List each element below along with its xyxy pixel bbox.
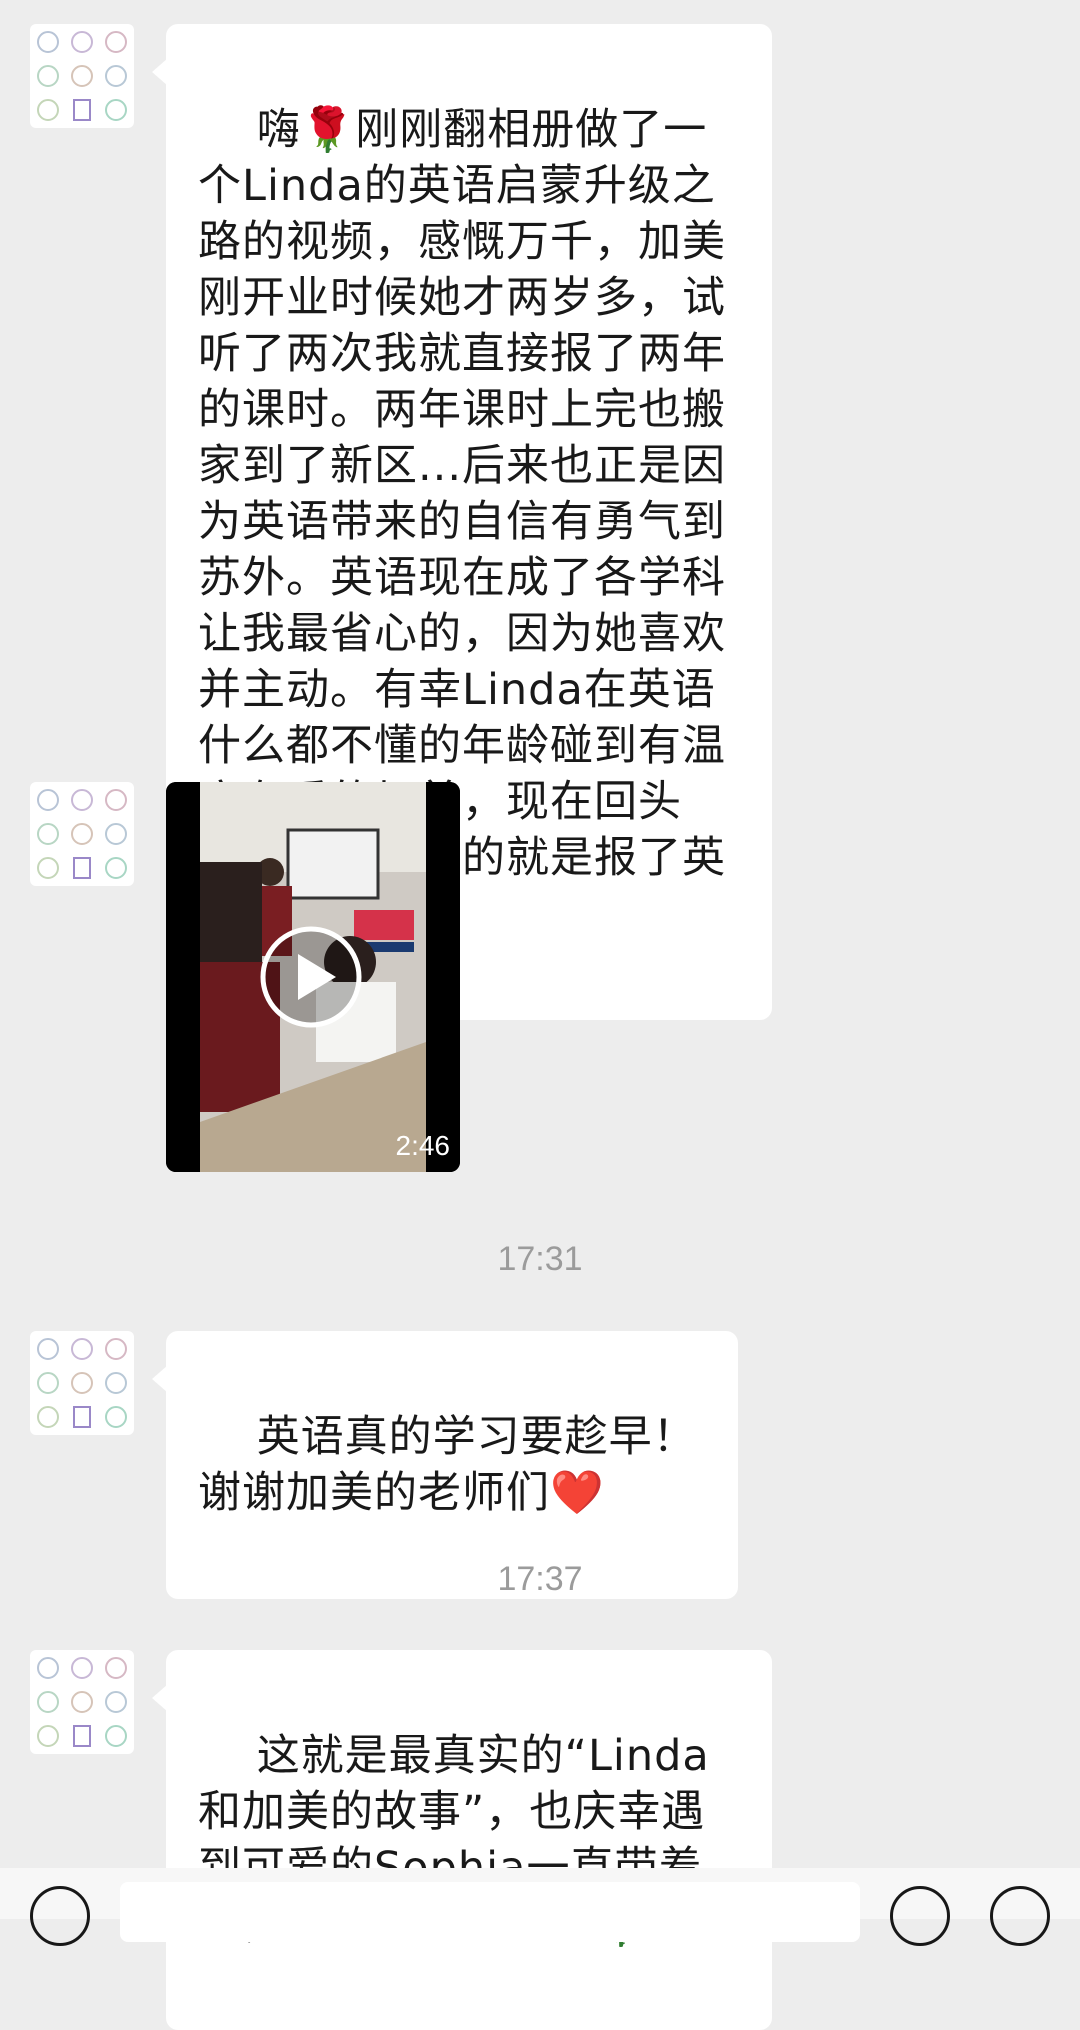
sticker-grid-avatar-icon (37, 31, 127, 121)
chat-input-bar (0, 1868, 1080, 1946)
avatar[interactable] (30, 1650, 134, 1754)
video-duration: 2:46 (395, 1130, 451, 1161)
message-bubble[interactable]: 这就是最真实的“Linda和加美的故事”，也庆幸遇到可爱的Sophia一直带着她… (152, 1650, 772, 2030)
message-text: 英语真的学习要趁早！谢谢加美的老师们❤️ (198, 1412, 697, 1518)
message-bubble[interactable]: 英语真的学习要趁早！谢谢加美的老师们❤️ (152, 1331, 738, 1599)
sticker-grid-avatar-icon (37, 1338, 127, 1428)
avatar[interactable] (30, 1331, 134, 1435)
avatar[interactable] (30, 24, 134, 128)
timestamp: 17:31 (497, 1240, 583, 1278)
emoji-icon[interactable] (890, 1886, 950, 1946)
timestamp: 17:37 (497, 1560, 583, 1598)
sticker-grid-avatar-icon (37, 1657, 127, 1747)
video-message[interactable]: 2:46 (166, 782, 460, 1172)
sticker-grid-avatar-icon (37, 789, 127, 879)
plus-icon[interactable] (990, 1886, 1050, 1946)
avatar[interactable] (30, 782, 134, 886)
message-input[interactable] (120, 1882, 860, 1942)
video-thumbnail (166, 782, 460, 1172)
voice-icon[interactable] (30, 1886, 90, 1946)
